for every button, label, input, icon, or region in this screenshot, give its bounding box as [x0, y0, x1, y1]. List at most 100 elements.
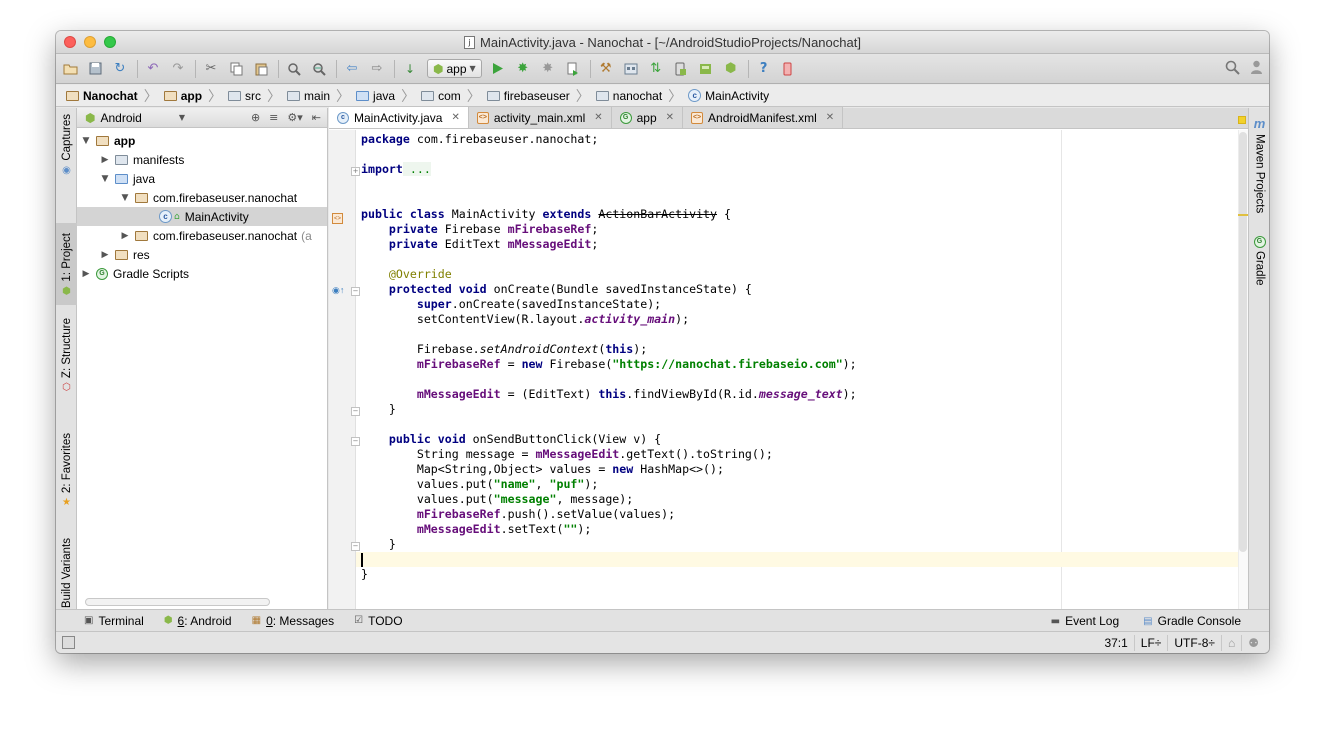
close-icon[interactable]: ✕ — [594, 112, 602, 123]
chevron-right-icon[interactable]: ▶ — [99, 155, 111, 165]
chevron-down-icon[interactable]: ▼ — [119, 193, 131, 203]
tree-node-package[interactable]: ▼ com.firebaseuser.nanochat — [77, 188, 327, 207]
chevron-right-icon[interactable]: ▶ — [99, 250, 111, 260]
class-icon: c — [337, 111, 349, 124]
cut-icon[interactable]: ✂ — [203, 61, 219, 77]
breadcrumb-item[interactable]: Nanochat 〉 — [66, 86, 164, 106]
breadcrumb-item[interactable]: app 〉 — [163, 86, 228, 106]
android-icon[interactable]: ⬢ — [723, 61, 739, 77]
paste-icon[interactable] — [253, 61, 269, 77]
device-icon[interactable] — [781, 61, 797, 77]
open-folder-icon[interactable] — [62, 61, 78, 77]
back-icon[interactable]: ⇦ — [344, 61, 360, 77]
favorites-tab[interactable]: 2: Favorites ★ — [56, 433, 77, 518]
android-device-monitor-icon[interactable] — [698, 61, 714, 77]
tab-activity-main-xml[interactable]: <> activity_main.xml ✕ — [468, 107, 612, 128]
redo-icon[interactable]: ↷ — [170, 61, 186, 77]
make-project-icon[interactable]: ↓ — [402, 61, 418, 77]
tree-node-res[interactable]: ▶ res — [77, 245, 327, 264]
forward-icon[interactable]: ⇨ — [369, 61, 385, 77]
captures-tab[interactable]: Captures ◉ — [56, 114, 77, 190]
breadcrumb-item[interactable]: nanochat 〉 — [595, 86, 688, 106]
project-view-select[interactable]: ⬢ Android ▼ — [85, 111, 185, 125]
user-icon[interactable] — [1250, 60, 1263, 78]
hide-panel-icon[interactable]: ⇤ — [312, 111, 321, 124]
gradle-console-tab[interactable]: ▤ Gradle Console — [1143, 614, 1241, 628]
android-monitor-tab[interactable]: ⬢ 6: Android — [164, 614, 232, 628]
chevron-right-icon[interactable]: ▶ — [80, 269, 92, 279]
close-window-button[interactable] — [64, 36, 76, 48]
code-token: "" — [563, 522, 578, 536]
code-editor[interactable]: package com.firebaseuser.nanochat; impor… — [356, 130, 1248, 609]
editor-gutter[interactable]: + <> ◉↑ − − − − — [329, 130, 360, 609]
gear-icon[interactable]: ⚙▾ — [287, 111, 302, 124]
event-log-tab[interactable]: ▬ Event Log — [1051, 614, 1120, 628]
messages-tab[interactable]: ▦ 0: Messages — [252, 614, 335, 628]
maven-projects-tab[interactable]: m Maven Projects — [1249, 116, 1269, 216]
breadcrumb-item[interactable]: java 〉 — [356, 86, 421, 106]
tree-node-manifests[interactable]: ▶ manifests — [77, 150, 327, 169]
copy-icon[interactable] — [228, 61, 244, 77]
code-line: mFirebaseRef.push().setValue(values); — [356, 507, 1238, 522]
sync-gradle-icon[interactable]: ⇅ — [648, 61, 664, 77]
undo-icon[interactable]: ↶ — [145, 61, 161, 77]
scroll-from-source-icon[interactable]: ⊕ — [251, 111, 260, 124]
breadcrumb-item[interactable]: src 〉 — [228, 86, 287, 106]
collapse-all-icon[interactable]: ≡ — [269, 111, 278, 124]
chevron-right-icon[interactable]: ▶ — [119, 231, 131, 241]
override-icon[interactable]: ◉↑ — [332, 285, 344, 295]
chevron-down-icon[interactable]: ▼ — [80, 136, 92, 146]
error-stripe[interactable] — [1238, 116, 1248, 609]
warning-indicator-icon[interactable] — [1238, 116, 1246, 124]
tree-node-test-package[interactable]: ▶ com.firebaseuser.nanochat (a — [77, 226, 327, 245]
tree-node-gradle-scripts[interactable]: ▶ G Gradle Scripts — [77, 264, 327, 283]
horizontal-scrollbar[interactable] — [85, 598, 270, 606]
tab-android-manifest[interactable]: <> AndroidManifest.xml ✕ — [683, 107, 844, 128]
gradle-tab[interactable]: G Gradle — [1249, 236, 1269, 296]
help-icon[interactable]: ? — [756, 61, 772, 77]
breadcrumb-item[interactable]: main 〉 — [287, 86, 356, 106]
close-icon[interactable]: ✕ — [826, 112, 834, 123]
run-coverage-icon[interactable] — [565, 61, 581, 77]
find-icon[interactable] — [286, 61, 302, 77]
run-configuration-select[interactable]: ⬢ app ▼ — [427, 59, 482, 78]
debug-icon[interactable]: ✸ — [515, 61, 531, 77]
run-icon[interactable] — [490, 61, 506, 77]
close-icon[interactable]: ✕ — [666, 112, 674, 123]
close-icon[interactable]: ✕ — [451, 112, 459, 123]
sync-icon[interactable]: ↻ — [112, 61, 128, 77]
attach-debugger-icon[interactable]: ✸ — [540, 61, 556, 77]
folded-imports[interactable]: ... — [402, 162, 431, 176]
breadcrumb-item[interactable]: c MainActivity — [688, 89, 775, 103]
sdk-manager-icon[interactable] — [623, 61, 639, 77]
toggle-tool-windows-icon[interactable] — [62, 636, 75, 649]
tab-app-gradle[interactable]: G app ✕ — [611, 107, 684, 128]
tree-node-java[interactable]: ▼ java — [77, 169, 327, 188]
tree-node-mainactivity[interactable]: c ⌂ MainActivity — [77, 207, 327, 226]
zoom-window-button[interactable] — [104, 36, 116, 48]
replace-icon[interactable] — [311, 61, 327, 77]
tree-node-app[interactable]: ▼ app — [77, 131, 327, 150]
tab-mainactivity[interactable]: c MainActivity.java ✕ — [329, 107, 469, 128]
line-separator-select[interactable]: LF÷ — [1133, 635, 1168, 651]
minimize-window-button[interactable] — [84, 36, 96, 48]
warning-marker[interactable] — [1238, 214, 1248, 216]
terminal-tab[interactable]: ▣ Terminal — [84, 614, 144, 628]
inspection-icon[interactable]: ⚉ — [1241, 635, 1265, 651]
caret-position[interactable]: 37:1 — [1098, 635, 1133, 651]
save-icon[interactable] — [87, 61, 103, 77]
layout-xml-icon[interactable]: <> — [332, 213, 343, 224]
breadcrumb-item[interactable]: com 〉 — [421, 86, 487, 106]
encoding-select[interactable]: UTF-8÷ — [1167, 635, 1221, 651]
breadcrumb-item[interactable]: firebaseuser 〉 — [486, 86, 596, 106]
chevron-down-icon[interactable]: ▼ — [99, 174, 111, 184]
project-tab[interactable]: 1: Project ⬢ — [56, 223, 77, 305]
project-structure-icon[interactable]: ⚒ — [598, 61, 614, 77]
avd-manager-icon[interactable] — [673, 61, 689, 77]
structure-tab[interactable]: Z: Structure ⬡ — [56, 318, 77, 410]
lock-icon[interactable]: ⌂ — [1220, 635, 1241, 651]
todo-tab[interactable]: ☑ TODO — [354, 614, 402, 628]
vertical-scrollbar[interactable] — [1239, 132, 1247, 552]
search-everywhere-icon[interactable] — [1225, 60, 1240, 78]
